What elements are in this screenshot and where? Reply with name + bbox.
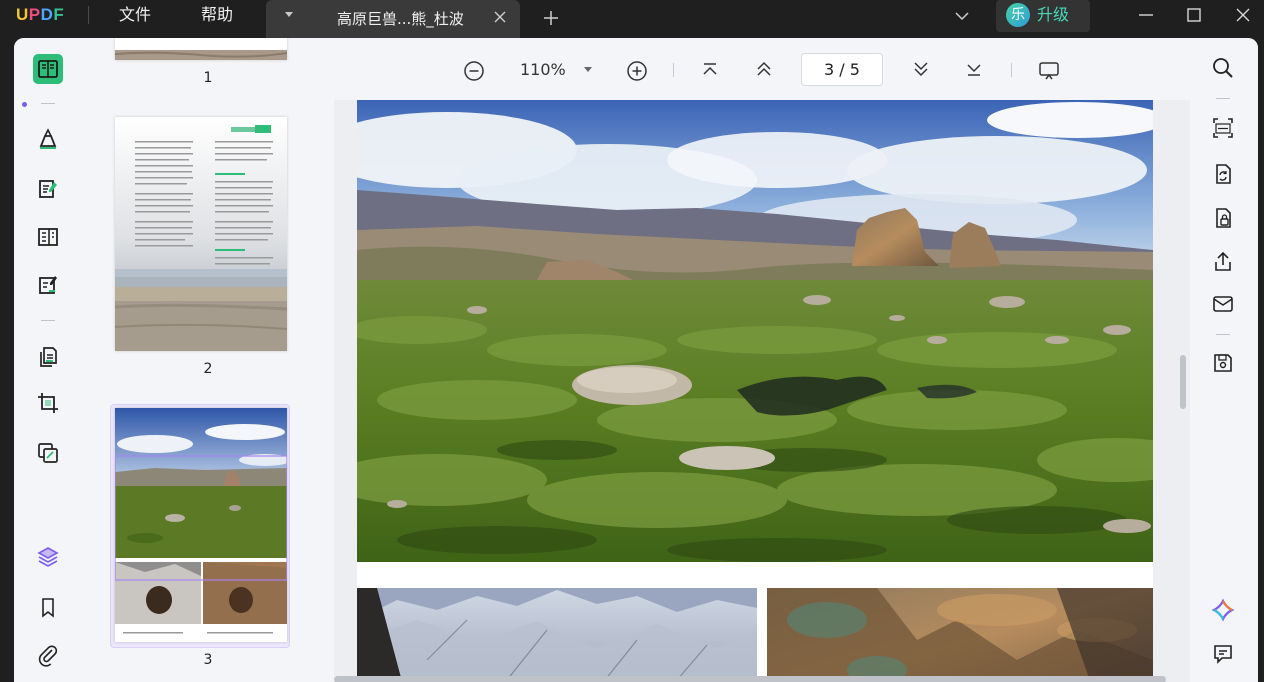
search-icon[interactable] — [1211, 56, 1235, 80]
viewer-toolbar: 110% 3 / 5 — [334, 38, 1190, 100]
last-page-icon[interactable] — [963, 58, 985, 80]
thumbnail-page-1-image — [115, 38, 287, 60]
ai-assistant-icon[interactable] — [1211, 598, 1235, 622]
protect-icon[interactable] — [1211, 206, 1235, 230]
toolbar-separator — [41, 320, 55, 321]
thumbnail-page-number: 1 — [203, 70, 213, 86]
toolbar-separator — [1216, 334, 1230, 335]
save-icon[interactable] — [1211, 351, 1235, 375]
document-viewer: 110% 3 / 5 — [334, 38, 1190, 682]
fill-sign-tool[interactable] — [33, 270, 63, 300]
attachment-icon — [38, 645, 58, 667]
total-pages: 5 — [849, 60, 860, 79]
zoom-out-icon[interactable] — [463, 60, 485, 82]
ocr-icon[interactable] — [1211, 116, 1235, 140]
comment-tool[interactable] — [33, 124, 63, 154]
edit-tool[interactable] — [33, 174, 63, 204]
vertical-scroll-thumb[interactable] — [1180, 355, 1186, 409]
title-bar: UPDF 文件 帮助 高原巨兽...熊_杜波 乐 升级 — [0, 0, 1264, 38]
tab-close-icon[interactable] — [492, 9, 508, 25]
comment-icon[interactable] — [1211, 642, 1235, 666]
left-toolbar — [14, 38, 82, 682]
thumbnail-panel: 1 2 3 — [82, 38, 334, 682]
thumbnail-page-number: 3 — [203, 652, 213, 668]
pdf-page — [357, 100, 1153, 682]
crop-icon — [38, 393, 58, 413]
minimize-icon[interactable] — [1137, 6, 1155, 24]
bookmark-icon — [42, 598, 54, 618]
upgrade-button[interactable]: 乐 升级 — [996, 0, 1090, 32]
first-page-icon[interactable] — [699, 58, 721, 80]
thumbnail-page-3-image — [115, 408, 287, 642]
thumbnail-page-3[interactable] — [115, 408, 287, 642]
compare-icon — [38, 443, 58, 463]
thumbnail-page-2[interactable] — [115, 117, 287, 351]
compare-tool[interactable] — [33, 438, 63, 468]
menu-help[interactable]: 帮助 — [201, 4, 233, 26]
maximize-icon[interactable] — [1185, 6, 1203, 24]
tab-list-chevron-icon[interactable] — [285, 12, 293, 17]
reader-tool[interactable] — [33, 54, 63, 84]
zoom-dropdown-icon[interactable] — [584, 67, 592, 72]
window-list-chevron-icon[interactable] — [954, 9, 970, 23]
edit-pdf-icon — [39, 180, 57, 198]
new-tab-icon[interactable] — [542, 9, 560, 27]
page-number-input[interactable]: 3 / 5 — [801, 53, 883, 86]
upgrade-label: 升级 — [1037, 5, 1070, 24]
layers-icon — [37, 547, 59, 567]
convert-icon[interactable] — [1211, 162, 1235, 186]
thumbnail-page-number: 2 — [203, 361, 213, 377]
horizontal-scrollbar[interactable] — [334, 672, 1190, 682]
page-photo-grassland — [357, 100, 1153, 682]
reader-icon — [38, 60, 58, 78]
user-avatar: 乐 — [1006, 3, 1030, 27]
toolbar-separator — [1011, 63, 1012, 77]
updf-logo[interactable]: UPDF — [16, 5, 64, 25]
active-indicator — [22, 102, 27, 107]
close-window-icon[interactable] — [1234, 6, 1252, 24]
presentation-icon[interactable] — [1038, 59, 1060, 81]
toolbar-separator — [41, 103, 55, 104]
main-panel: 1 2 3 110% 3 / 5 — [14, 38, 1258, 682]
form-icon — [38, 228, 58, 246]
thumbnail-page-2-image — [115, 117, 287, 351]
menu-file[interactable]: 文件 — [119, 4, 151, 26]
document-tab[interactable]: 高原巨兽...熊_杜波 — [266, 0, 520, 38]
tab-title: 高原巨兽...熊_杜波 — [337, 10, 464, 28]
next-page-icon[interactable] — [910, 58, 932, 80]
organize-pages-icon — [40, 347, 57, 367]
previous-page-icon[interactable] — [753, 58, 775, 80]
crop-tool[interactable] — [33, 388, 63, 418]
title-separator — [88, 6, 89, 24]
attachment-tool[interactable] — [33, 640, 63, 670]
zoom-in-icon[interactable] — [626, 60, 648, 82]
thumbnail-page-1[interactable] — [115, 38, 287, 60]
layers-tool[interactable] — [33, 542, 63, 572]
share-icon[interactable] — [1211, 250, 1235, 274]
zoom-level[interactable]: 110% — [520, 60, 566, 80]
form-tool[interactable] — [33, 222, 63, 252]
right-toolbar — [1190, 38, 1258, 682]
toolbar-separator — [673, 63, 674, 77]
email-icon[interactable] — [1211, 292, 1235, 316]
organize-tool[interactable] — [33, 342, 63, 372]
highlighter-icon — [39, 128, 57, 149]
horizontal-scroll-thumb[interactable] — [334, 676, 1166, 682]
fill-sign-icon — [39, 276, 57, 294]
page-separator: / — [839, 60, 845, 79]
bookmark-tool[interactable] — [33, 592, 63, 622]
current-page: 3 — [824, 60, 835, 79]
toolbar-separator — [1216, 98, 1230, 99]
